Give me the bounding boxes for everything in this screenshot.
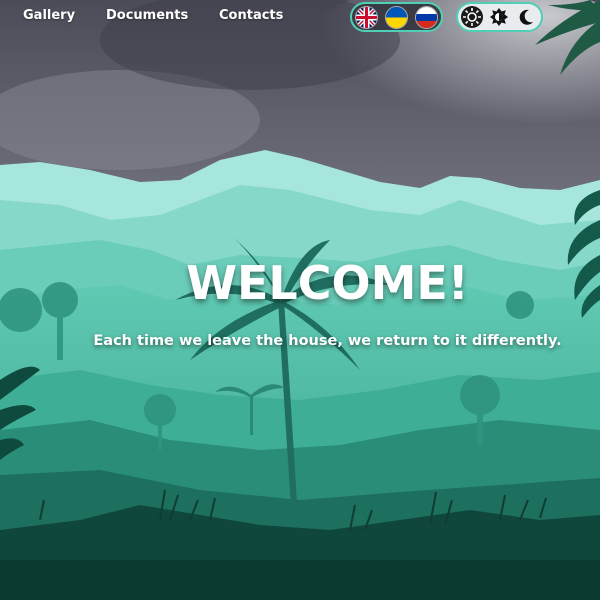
moon-icon[interactable]	[515, 6, 537, 28]
hero-subtitle: Each time we leave the house, we return …	[93, 333, 562, 349]
contrast-icon[interactable]	[488, 6, 510, 28]
language-switcher	[350, 2, 443, 32]
nav-link-gallery[interactable]: Gallery	[23, 8, 75, 23]
nav-link-documents[interactable]: Documents	[106, 8, 188, 23]
sun-icon[interactable]	[461, 6, 483, 28]
nav-link-contacts[interactable]: Contacts	[219, 8, 283, 23]
theme-switcher	[456, 2, 543, 32]
russia-flag-icon[interactable]	[416, 7, 437, 28]
hero-title: WELCOME!	[186, 256, 469, 310]
ukraine-flag-icon[interactable]	[386, 7, 407, 28]
uk-flag-icon[interactable]	[356, 7, 377, 28]
